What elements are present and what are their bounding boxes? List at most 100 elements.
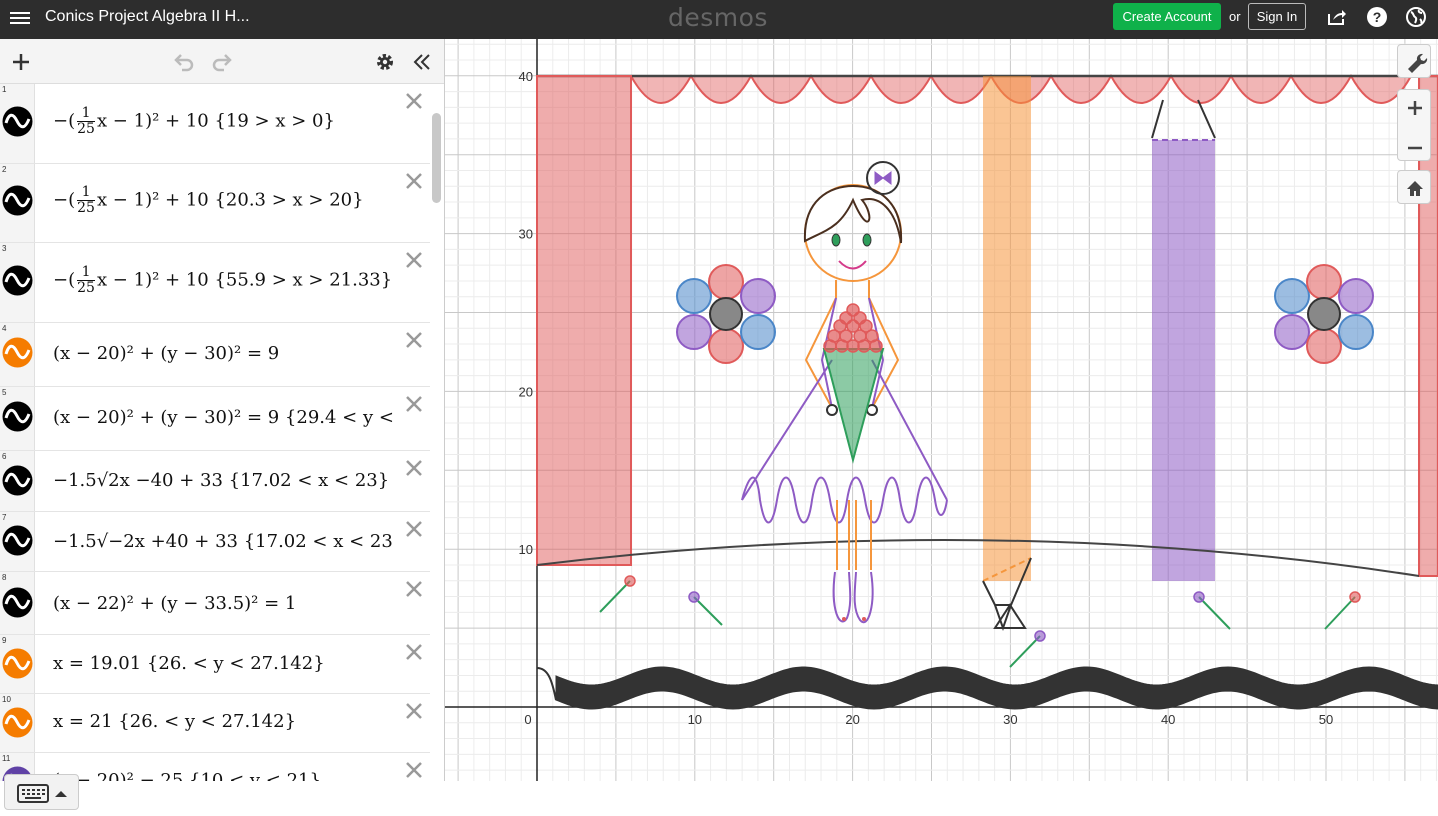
expression-latex[interactable]: −1.5√−2x +40 + 33 {17.02 < x < 23	[53, 531, 401, 552]
undo-icon[interactable]	[173, 51, 195, 73]
keypad-toggle-button[interactable]	[4, 774, 79, 810]
expression-row-2[interactable]: 2 −(1 25 x − 1)² + 10 {20.3 > x > 20}	[0, 164, 430, 243]
language-icon[interactable]	[1405, 6, 1427, 28]
top-bar: Conics Project Algebra II H... desmos Cr…	[0, 0, 1438, 39]
expression-tab[interactable]: 5	[0, 387, 35, 450]
expression-row-10[interactable]: 10 x = 21 {26. < y < 27.142}	[0, 694, 430, 753]
expression-tab[interactable]: 3	[0, 243, 35, 322]
graph-svg[interactable]: 0 10 20 30 40 50 10 20 30 40	[445, 39, 1438, 781]
expression-list: 1 −(1 25 x − 1)² + 10 {19 > x > 0} 2 −(1 25…	[0, 84, 430, 781]
expression-tab[interactable]: 2	[0, 164, 35, 242]
flower-stem	[693, 596, 723, 626]
delete-expression-icon[interactable]	[403, 578, 425, 600]
expression-tab[interactable]: 7	[0, 512, 35, 571]
expression-row-8[interactable]: 8 (x − 22)² + (y − 33.5)² = 1	[0, 572, 430, 635]
expression-number: 10	[2, 695, 11, 704]
wave-icon[interactable]	[2, 587, 33, 618]
petal	[708, 264, 744, 300]
wave-icon[interactable]	[2, 265, 33, 296]
expression-row-4[interactable]: 4 (x − 20)² + (y − 30)² = 9	[0, 323, 430, 387]
wave-icon[interactable]	[2, 525, 33, 556]
redo-icon[interactable]	[211, 51, 233, 73]
flower-stem	[1198, 596, 1231, 630]
expression-latex[interactable]: −1.5√2x −40 + 33 {17.02 < x < 23}	[53, 470, 401, 491]
delete-expression-icon[interactable]	[403, 90, 425, 112]
create-account-button[interactable]: Create Account	[1113, 3, 1221, 30]
expression-latex[interactable]: (x − 20)² + (y − 30)² = 9	[53, 343, 401, 364]
svg-text:?: ?	[1373, 9, 1382, 25]
delete-expression-icon[interactable]	[403, 170, 425, 192]
flower-cluster-right	[1274, 264, 1374, 364]
expression-row-5[interactable]: 5 (x − 20)² + (y − 30)² = 9 {29.4 < y <	[0, 387, 430, 451]
expression-tab[interactable]: 4	[0, 323, 35, 386]
graph-settings-button[interactable]	[1397, 44, 1431, 78]
expression-number: 11	[2, 754, 11, 763]
expression-tab[interactable]: 1	[0, 84, 35, 163]
sign-in-button[interactable]: Sign In	[1248, 3, 1306, 30]
rose	[823, 339, 837, 353]
expression-tab[interactable]: 9	[0, 635, 35, 693]
expression-scrollbar[interactable]	[432, 113, 441, 203]
delete-expression-icon[interactable]	[403, 249, 425, 271]
delete-expression-icon[interactable]	[403, 641, 425, 663]
expression-latex[interactable]: −(1 25 x − 1)² + 10 {55.9 > x > 21.33}	[53, 265, 401, 296]
wave-icon[interactable]	[2, 401, 33, 432]
collapse-panel-icon[interactable]	[411, 51, 433, 73]
delete-expression-icon[interactable]	[403, 457, 425, 479]
expression-latex[interactable]: −(1 25 x − 1)² + 10 {19 > x > 0}	[53, 106, 401, 137]
expression-row-9[interactable]: 9 x = 19.01 {26. < y < 27.142}	[0, 635, 430, 694]
settings-gear-icon[interactable]	[374, 51, 396, 73]
add-icon[interactable]	[10, 51, 32, 73]
delete-expression-icon[interactable]	[403, 700, 425, 722]
wave-icon[interactable]	[2, 707, 33, 738]
graph-canvas[interactable]: 0 10 20 30 40 50 10 20 30 40	[445, 39, 1438, 781]
fraction-numerator: 1	[77, 185, 95, 201]
fraction-numerator: 1	[77, 106, 95, 122]
delete-expression-icon[interactable]	[403, 518, 425, 540]
wrench-icon	[1408, 53, 1428, 73]
delete-expression-icon[interactable]	[403, 329, 425, 351]
expression-latex[interactable]: −(1 25 x − 1)² + 10 {20.3 > x > 20}	[53, 185, 401, 216]
delete-expression-icon[interactable]	[403, 759, 425, 781]
fraction: 1 25	[77, 106, 95, 137]
expression-suffix: x − 1)² + 10 {19 > x > 0}	[96, 110, 335, 132]
petal	[740, 278, 776, 314]
wave-icon[interactable]	[2, 185, 33, 216]
expression-latex[interactable]: (x − 20)² + (y − 30)² = 9 {29.4 < y <	[53, 407, 401, 428]
wave-icon[interactable]	[2, 648, 33, 679]
expression-tab[interactable]: 10	[0, 694, 35, 752]
expression-tab[interactable]: 6	[0, 451, 35, 511]
expression-prefix: −(	[53, 110, 76, 132]
expression-row-6[interactable]: 6 −1.5√2x −40 + 33 {17.02 < x < 23}	[0, 451, 430, 512]
graph-title[interactable]: Conics Project Algebra II H...	[45, 8, 250, 26]
zoom-controls	[1397, 89, 1431, 161]
expression-latex[interactable]: x = 19.01 {26. < y < 27.142}	[53, 653, 401, 674]
petal	[708, 328, 744, 364]
flower-blossom	[1193, 591, 1205, 603]
expression-number: 3	[2, 244, 7, 253]
share-icon[interactable]	[1325, 6, 1347, 28]
expression-latex[interactable]: x = 21 {26. < y < 27.142}	[53, 711, 401, 732]
help-icon[interactable]: ?	[1366, 6, 1388, 28]
x-tick-label: 10	[688, 712, 702, 727]
wave-icon[interactable]	[2, 337, 33, 368]
expression-row-7[interactable]: 7 −1.5√−2x +40 + 33 {17.02 < x < 23	[0, 512, 430, 572]
fraction-denominator: 25	[77, 200, 95, 216]
menu-icon[interactable]	[10, 9, 30, 29]
delete-expression-icon[interactable]	[403, 393, 425, 415]
expression-latex[interactable]: (x − 22)² + (y − 33.5)² = 1	[53, 593, 401, 614]
expression-number: 1	[2, 85, 7, 94]
fraction: 1 25	[77, 265, 95, 296]
zoom-in-icon[interactable]	[1398, 90, 1432, 126]
expression-tab[interactable]: 8	[0, 572, 35, 634]
rose	[835, 339, 849, 353]
expression-row-3[interactable]: 3 −(1 25 x − 1)² + 10 {55.9 > x > 21.33}	[0, 243, 430, 323]
zoom-out-icon[interactable]	[1398, 131, 1432, 165]
wave-icon[interactable]	[2, 106, 33, 137]
home-view-button[interactable]	[1397, 170, 1431, 204]
wave-icon[interactable]	[2, 465, 33, 496]
expression-panel-header	[0, 39, 444, 84]
expression-row-1[interactable]: 1 −(1 25 x − 1)² + 10 {19 > x > 0}	[0, 84, 430, 164]
fraction-denominator: 25	[77, 121, 95, 137]
expression-latex[interactable]: (x − 20)² − 25 {10 < y < 21}	[53, 770, 401, 781]
